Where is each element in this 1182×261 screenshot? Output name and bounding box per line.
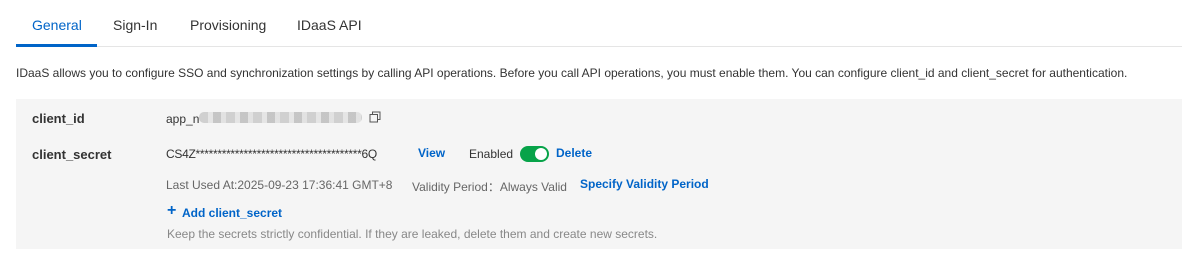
- last-used-text: Last Used At:2025-09-23 17:36:41 GMT+8: [166, 178, 393, 192]
- copy-icon[interactable]: [369, 111, 381, 123]
- validity-period-text: Validity Period：Always Valid: [412, 180, 567, 194]
- toggle-knob: [535, 148, 547, 160]
- view-secret-link[interactable]: View: [418, 146, 445, 160]
- delete-secret-link[interactable]: Delete: [556, 146, 592, 160]
- client-secret-masked-value: CS4Z************************************…: [166, 147, 377, 161]
- tab-sign-in[interactable]: Sign-In: [113, 17, 157, 33]
- tab-idaas-api[interactable]: IDaaS API: [297, 17, 362, 33]
- tab-provisioning[interactable]: Provisioning: [190, 17, 266, 33]
- active-tab-indicator: [16, 44, 97, 47]
- intro-description: IDaaS allows you to configure SSO and sy…: [16, 66, 1128, 80]
- plus-icon: +: [167, 202, 177, 219]
- secret-enabled-toggle[interactable]: [520, 146, 549, 162]
- tab-bar: General Sign-In Provisioning IDaaS API: [16, 0, 1182, 47]
- secret-status-label: Enabled: [469, 147, 514, 161]
- client-secret-label: client_secret: [32, 147, 112, 162]
- credentials-panel: client_id app_n client_secret CS4Z******…: [16, 99, 1182, 249]
- add-client-secret-label: Add client_secret: [182, 206, 283, 220]
- tab-general[interactable]: General: [32, 17, 82, 33]
- client-id-value-prefix: app_n: [166, 112, 200, 126]
- specify-validity-link[interactable]: Specify Validity Period: [580, 177, 709, 191]
- client-id-label: client_id: [32, 111, 85, 126]
- secret-confidentiality-hint: Keep the secrets strictly confidential. …: [167, 227, 658, 241]
- client-id-obscured-value: [199, 112, 362, 123]
